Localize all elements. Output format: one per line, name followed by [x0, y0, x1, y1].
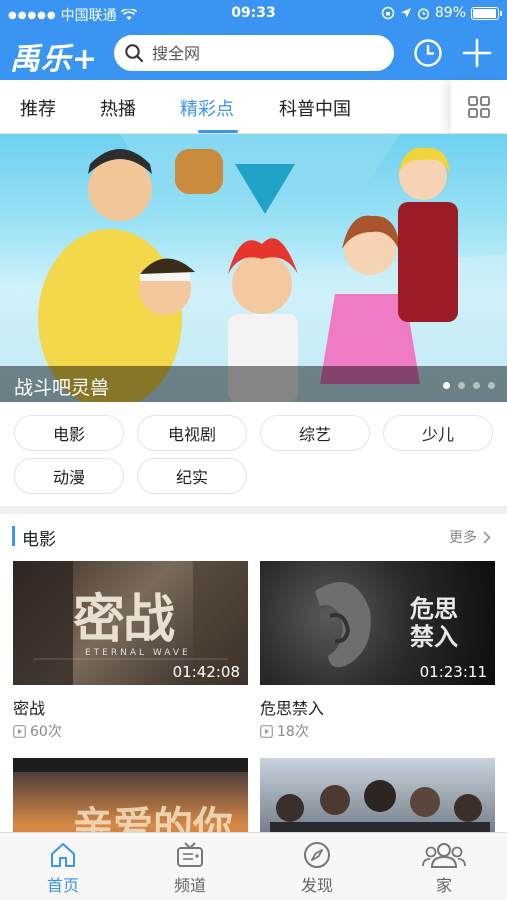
banner-title: 战斗吧灵兽: [14, 377, 110, 399]
tv-icon: [177, 842, 203, 867]
nav-discover[interactable]: 发现: [254, 833, 380, 900]
family-icon: [422, 843, 466, 868]
chip-variety[interactable]: 综艺: [260, 415, 370, 451]
chip-anime[interactable]: 动漫: [14, 458, 124, 494]
chip-movie[interactable]: 电影: [14, 415, 124, 451]
status-bar: ●●●●● 中国联通 09:33 89%: [0, 0, 507, 28]
bottom-navigation: 首页 频道 发现 家: [0, 832, 507, 900]
alarm-icon: [417, 7, 429, 20]
app-header: 禹乐+: [0, 28, 507, 80]
play-count: 60次: [13, 721, 62, 741]
add-plus-icon[interactable]: [461, 37, 493, 69]
search-bar[interactable]: [114, 35, 394, 71]
banner-pager: [443, 382, 495, 389]
play-count-icon: [13, 724, 26, 738]
location-icon: [400, 8, 411, 18]
rotation-lock-icon: [381, 6, 395, 20]
nav-label: 发现: [300, 876, 333, 895]
section-accent-bar: [12, 526, 15, 546]
banner-artwork: [0, 134, 507, 402]
chevron-right-icon: [483, 530, 491, 544]
battery-percent: 89%: [434, 5, 466, 21]
pager-dot[interactable]: [458, 382, 465, 389]
pager-dot[interactable]: [488, 382, 495, 389]
tab-science-china[interactable]: 科普中国: [279, 95, 351, 121]
video-thumbnail: 密战 ETERNAL WAVE 01:42:08: [13, 561, 248, 685]
nav-home[interactable]: 首页: [0, 833, 126, 900]
top-tab-bar: 推荐 热播 精彩点 科普中国: [0, 80, 507, 134]
history-clock-icon[interactable]: [412, 37, 444, 69]
video-title[interactable]: 密战: [13, 695, 45, 719]
compass-icon: [304, 842, 330, 868]
video-thumbnail: 危思禁入 01:23:11: [260, 561, 495, 685]
nav-family[interactable]: 家: [381, 833, 507, 900]
nav-label: 家: [435, 876, 452, 895]
hero-banner[interactable]: 战斗吧灵兽: [0, 134, 507, 402]
tab-highlights[interactable]: 精彩点: [180, 95, 234, 121]
poster-credits-strip: [13, 758, 248, 772]
tab-recommend[interactable]: 推荐: [20, 95, 56, 121]
poster-subtitle-text: ETERNAL WAVE: [85, 648, 191, 658]
play-count: 18次: [260, 721, 309, 741]
poster-title-text: 危思禁入: [410, 595, 458, 651]
chip-tv-series[interactable]: 电视剧: [137, 415, 247, 451]
grid-menu-icon: [468, 95, 490, 118]
nav-label: 频道: [173, 876, 206, 895]
play-count-text: 18次: [277, 724, 309, 740]
search-input[interactable]: [152, 43, 372, 63]
nav-channels[interactable]: 频道: [127, 833, 253, 900]
video-duration: 01:23:11: [419, 663, 487, 681]
battery-icon: [471, 6, 502, 20]
play-count-icon: [260, 724, 273, 738]
home-icon: [51, 843, 75, 867]
search-icon: [125, 44, 144, 63]
battery-fill: [473, 8, 497, 18]
more-link[interactable]: 更多: [449, 527, 491, 547]
pager-dot[interactable]: [443, 382, 450, 389]
section-divider: [0, 506, 507, 514]
chip-documentary[interactable]: 纪实: [137, 458, 247, 494]
category-chips: 电影 电视剧 综艺 少儿 动漫 纪实: [0, 402, 507, 506]
nav-label: 首页: [46, 876, 79, 895]
video-title[interactable]: 危思禁入: [260, 695, 324, 719]
section-title: 电影: [22, 530, 56, 550]
video-duration: 01:42:08: [172, 663, 240, 681]
channel-grid-button[interactable]: [451, 80, 507, 133]
play-count-text: 60次: [30, 724, 62, 740]
tab-hot[interactable]: 热播: [100, 95, 136, 121]
active-tab-indicator: [198, 130, 238, 133]
app-logo: 禹乐+: [10, 42, 99, 77]
pager-dot[interactable]: [473, 382, 480, 389]
movie-section-header: 电影 更多: [0, 514, 507, 560]
chip-kids[interactable]: 少儿: [383, 415, 493, 451]
app-screen: ●●●●● 中国联通 09:33 89% 禹乐+ 搜全网 推荐 热播 精彩点 科…: [0, 0, 507, 900]
more-label: 更多: [449, 530, 477, 546]
poster-title-text: 密战: [73, 590, 175, 650]
